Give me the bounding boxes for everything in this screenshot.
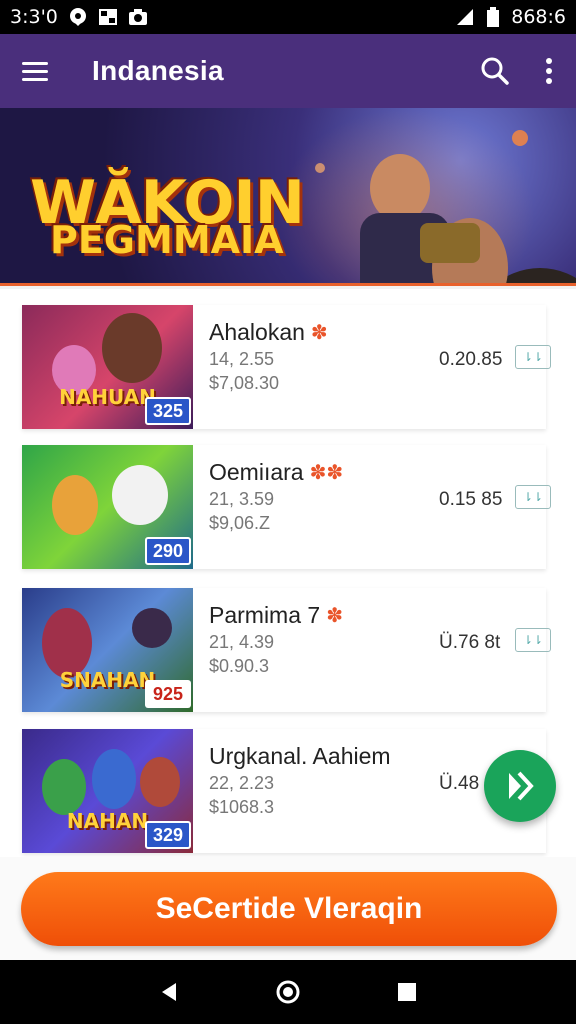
play-fab[interactable] (484, 750, 556, 822)
character-figure (112, 465, 168, 525)
download-button[interactable]: ⇂⇂ (515, 628, 551, 652)
menu-icon[interactable] (22, 54, 56, 88)
character-figure (140, 757, 180, 807)
game-price: Ü.76 8t (439, 632, 501, 653)
character-figure (102, 313, 162, 383)
battery-icon (483, 7, 503, 27)
app-bar: Indanesia (0, 34, 576, 108)
game-revenue: $0.90.3 (209, 656, 270, 676)
game-title-text: Urgkanal. Aahiem (209, 743, 391, 769)
list-item[interactable]: SNAHAN 925 Parmima 7 ✽ 21, 4.39 $0.90.3 Ü… (22, 588, 551, 712)
game-stats: 21, 3.59 (209, 489, 275, 509)
game-price: 0.15 85 (439, 489, 503, 510)
list-item[interactable]: NAHUAN 325 Ahalokan ✽ 14, 2.55 $7,08.30 0… (22, 305, 551, 429)
more-vert-icon[interactable] (544, 57, 554, 85)
download-button[interactable]: ⇂⇂ (515, 345, 551, 369)
game-title-text: Oemiıara (209, 459, 304, 485)
search-icon[interactable] (480, 56, 510, 86)
gallery-icon (98, 7, 118, 27)
game-revenue: $7,08.30 (209, 373, 280, 393)
clock: 3:3'0 (10, 6, 58, 28)
rating-badge: 325 (144, 397, 191, 425)
app-title: Indanesia (92, 55, 224, 86)
download-button[interactable]: ⇂⇂ (515, 485, 551, 509)
character-figure (52, 475, 98, 535)
battery-text: 868:6 (511, 6, 566, 28)
game-revenue: $9,06.Z (209, 513, 271, 533)
character-figure (42, 759, 86, 815)
game-title: Oemiıara ✽✽ (209, 459, 343, 486)
list-item[interactable]: 290 Oemiıara ✽✽ 21, 3.59 $9,06.Z 0.15 85 … (22, 445, 551, 569)
flower-icon: ✽✽ (309, 462, 344, 484)
game-title: Urgkanal. Aahiem (209, 743, 391, 770)
game-price: Ü.48 (439, 773, 480, 794)
game-title: Ahalokan ✽ (209, 319, 328, 346)
cta-button[interactable]: SeCertide Vleraqin (21, 872, 557, 946)
promo-banner[interactable]: WĂKOIN PEGMMAIA (0, 108, 576, 286)
play-icon (509, 771, 534, 801)
game-stats: 22, 2.23 (209, 773, 275, 793)
game-thumbnail: NAHUAN 325 (22, 305, 193, 429)
game-title: Parmima 7 ✽ (209, 602, 343, 629)
game-price: 0.20.85 (439, 349, 503, 370)
game-thumbnail: SNAHAN 925 (22, 588, 193, 712)
signal-icon (455, 7, 475, 27)
character-figure (132, 608, 172, 648)
game-thumbnail: NAHAN 329 (22, 729, 193, 853)
game-thumbnail: 290 (22, 445, 193, 569)
camera-icon (128, 7, 148, 27)
rating-badge: 329 (144, 821, 191, 849)
game-stats: 14, 2.55 (209, 349, 275, 369)
banner-title-line2: PEGMMAIA (50, 218, 284, 262)
notification-icon (68, 7, 88, 27)
rating-badge: 290 (144, 537, 191, 565)
game-revenue: $1068.3 (209, 797, 275, 817)
status-bar: 3:3'0 868:6 (0, 0, 576, 34)
game-stats: 21, 4.39 (209, 632, 275, 652)
list-item[interactable]: NAHAN 329 Urgkanal. Aahiem 22, 2.23 $106… (22, 729, 546, 853)
back-icon[interactable] (149, 972, 189, 1012)
flower-icon: ✽ (310, 322, 328, 344)
recents-icon[interactable] (387, 972, 427, 1012)
game-title-text: Ahalokan (209, 319, 305, 345)
game-title-text: Parmima 7 (209, 602, 321, 628)
character-figure (92, 749, 136, 809)
rating-badge: 925 (145, 680, 191, 708)
home-icon[interactable] (268, 972, 308, 1012)
flower-icon: ✽ (326, 605, 343, 627)
navigation-bar (0, 960, 576, 1024)
